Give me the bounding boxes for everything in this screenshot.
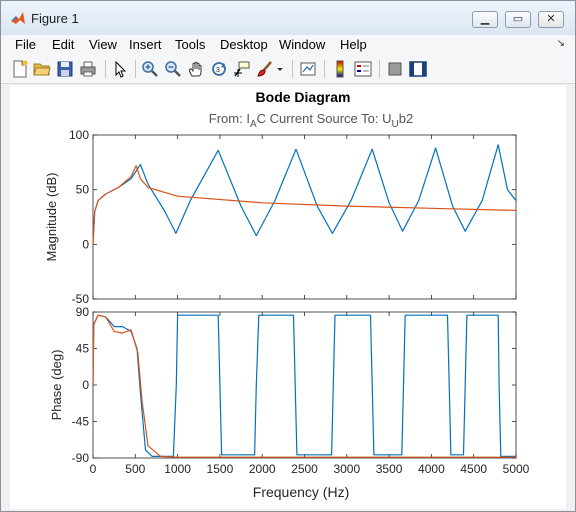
ytick-label: -50 xyxy=(72,292,90,306)
xtick-label: 5000 xyxy=(503,462,530,476)
ytick-label: 50 xyxy=(76,183,90,197)
xtick-label: 2000 xyxy=(249,462,276,476)
xtick-label: 1500 xyxy=(207,462,234,476)
toolbar: 3 xyxy=(1,55,575,84)
menu-insert[interactable]: Insert xyxy=(129,37,162,52)
colorbar-icon[interactable] xyxy=(331,60,349,78)
phase-ylabel: Phase (deg) xyxy=(49,350,64,421)
figure-subtitle: From: IAC Current Source To: UUb2 xyxy=(209,111,413,130)
phase-axes[interactable]: 90450-45-900 500 1000 1500 2000 2500 3000 3500 4… xyxy=(49,305,530,476)
figure-canvas: Bode Diagram From: IAC Current Source To… xyxy=(10,85,566,509)
ytick-label: -90 xyxy=(72,451,90,465)
minimize-button[interactable]: ▁ xyxy=(472,11,498,28)
xtick-label: 4500 xyxy=(460,462,487,476)
link-plot-icon[interactable] xyxy=(299,60,317,78)
rotate-3d-icon[interactable]: 3 xyxy=(210,60,228,78)
matlab-logo-icon xyxy=(11,12,25,24)
open-file-icon[interactable] xyxy=(33,60,51,78)
zoom-in-icon[interactable] xyxy=(141,60,159,78)
xtick-label: 1000 xyxy=(164,462,191,476)
menu-help[interactable]: Help xyxy=(340,37,367,52)
menu-desktop[interactable]: Desktop xyxy=(220,37,268,52)
ytick-label: 90 xyxy=(76,305,90,319)
new-figure-icon[interactable] xyxy=(11,60,29,78)
brush-dropdown-icon[interactable] xyxy=(275,60,285,78)
frequency-xlabel: Frequency (Hz) xyxy=(253,484,349,500)
xtick-label: 500 xyxy=(125,462,145,476)
close-icon: ✕ xyxy=(546,13,556,25)
menu-edit[interactable]: Edit xyxy=(52,37,74,52)
menu-window[interactable]: Window xyxy=(279,37,325,52)
figure-title: Bode Diagram xyxy=(256,89,351,105)
magnitude-ylabel: Magnitude (dB) xyxy=(44,173,59,262)
ytick-label: 0 xyxy=(82,378,89,392)
toolbar-separator xyxy=(105,60,106,78)
xtick-label: 3500 xyxy=(376,462,403,476)
figure-window: Figure 1 ▁ ▭ ✕ File Edit View Insert Too… xyxy=(0,0,576,512)
xtick-label: 2500 xyxy=(291,462,318,476)
print-icon[interactable] xyxy=(79,60,97,78)
show-plot-tools-icon[interactable] xyxy=(409,60,427,78)
maximize-button[interactable]: ▭ xyxy=(505,11,531,28)
ytick-label: -45 xyxy=(72,415,90,429)
dock-arrow-icon[interactable]: ↘ xyxy=(557,38,565,49)
menu-tools[interactable]: Tools xyxy=(175,37,205,52)
xtick-label: 4000 xyxy=(418,462,445,476)
toolbar-separator xyxy=(324,60,325,78)
magnitude-axes[interactable]: 100 50 0 -50 Magnitude (dB) xyxy=(44,128,517,306)
toolbar-separator xyxy=(292,60,293,78)
pointer-icon[interactable] xyxy=(111,60,129,78)
xtick-label: 3000 xyxy=(333,462,360,476)
phase-plot-area xyxy=(92,311,517,459)
svg-text:3: 3 xyxy=(216,67,220,74)
save-icon[interactable] xyxy=(56,60,74,78)
ytick-label: 100 xyxy=(69,128,89,142)
menu-file[interactable]: File xyxy=(15,37,36,52)
minimize-icon: ▁ xyxy=(480,13,490,25)
ytick-label: 0 xyxy=(82,237,89,251)
zoom-out-icon[interactable] xyxy=(164,60,182,78)
toolbar-separator xyxy=(379,60,380,78)
menu-bar: File Edit View Insert Tools Desktop Wind… xyxy=(1,35,575,55)
pan-hand-icon[interactable] xyxy=(187,60,205,78)
close-button[interactable]: ✕ xyxy=(538,11,564,28)
data-cursor-icon[interactable] xyxy=(233,60,251,78)
window-title: Figure 1 xyxy=(31,11,79,26)
xtick-label: 0 xyxy=(90,462,97,476)
bode-plot[interactable]: Bode Diagram From: IAC Current Source To… xyxy=(10,85,566,509)
hide-plot-tools-icon[interactable] xyxy=(386,60,404,78)
toolbar-separator xyxy=(135,60,136,78)
ytick-label: 45 xyxy=(76,342,90,356)
legend-icon[interactable] xyxy=(354,60,372,78)
menu-view[interactable]: View xyxy=(89,37,117,52)
magnitude-plot-area xyxy=(92,134,517,300)
brush-icon[interactable] xyxy=(256,60,274,78)
title-bar: Figure 1 ▁ ▭ ✕ xyxy=(1,1,575,36)
maximize-icon: ▭ xyxy=(512,13,524,25)
